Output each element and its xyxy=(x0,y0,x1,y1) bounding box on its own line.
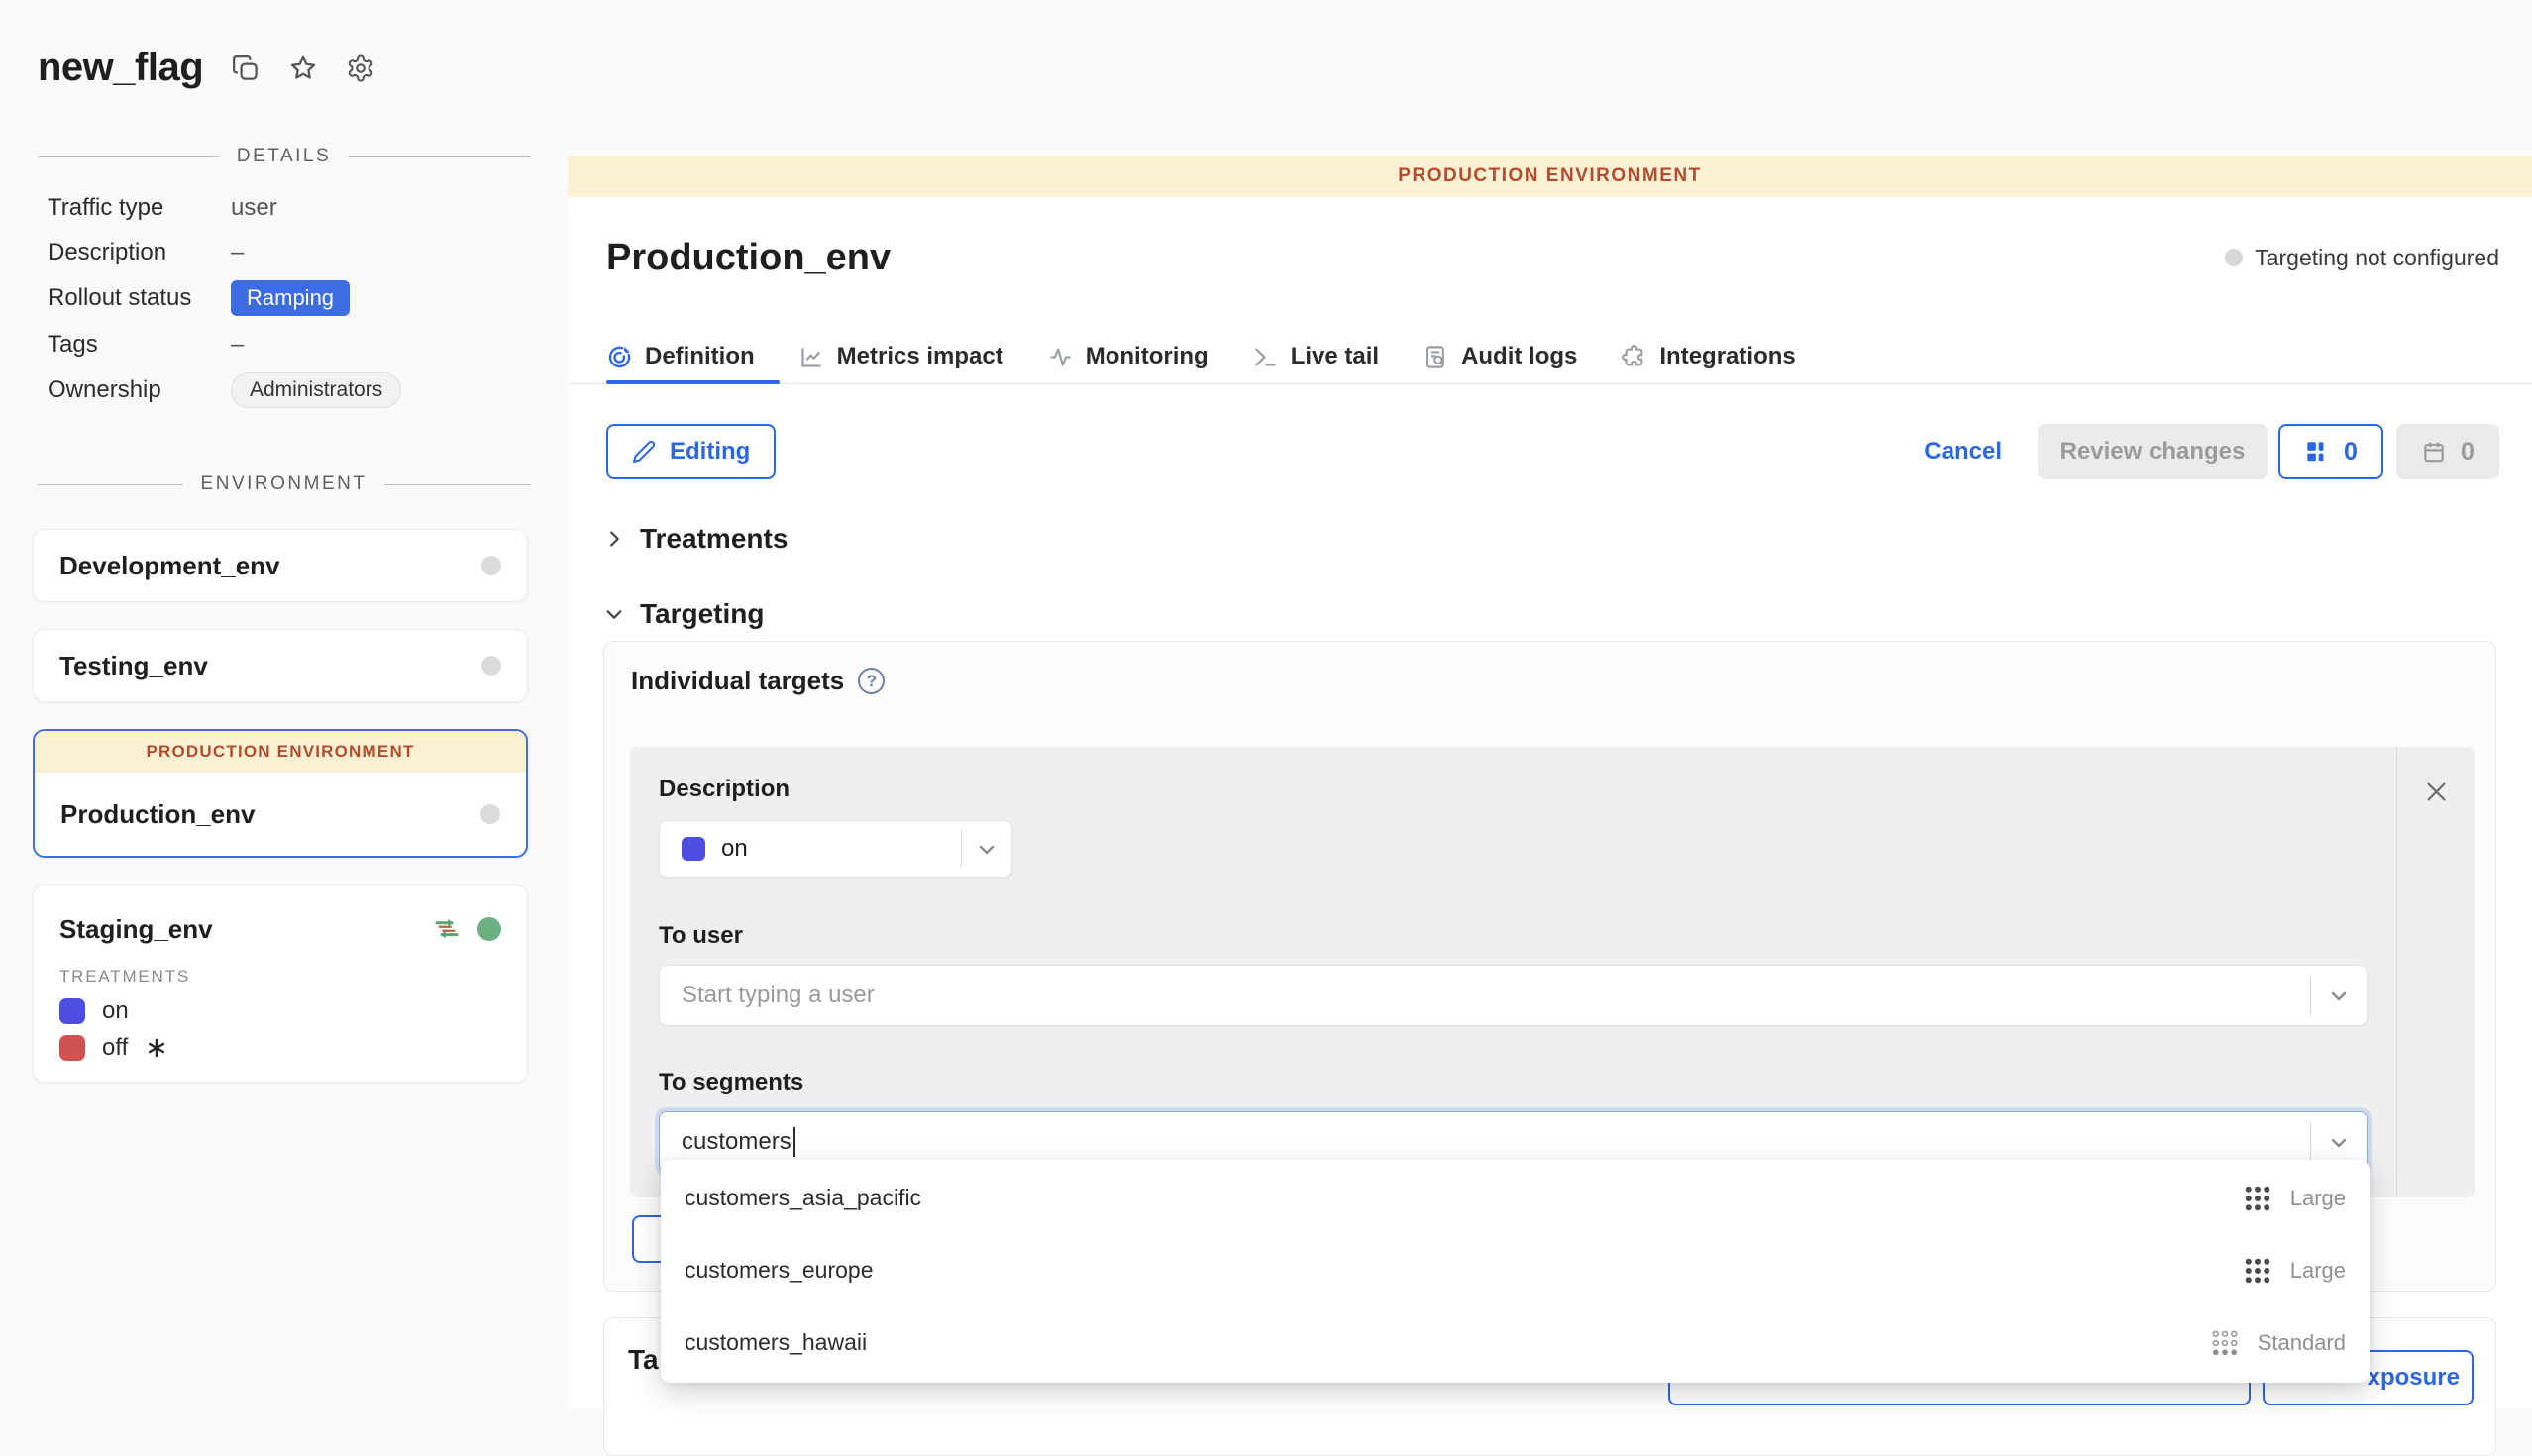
environment-list: Development_env Testing_env PRODUCTION E… xyxy=(0,495,528,1083)
sidebar: new_flag DETAILS Traffic type user Descr… xyxy=(0,0,568,1408)
calendar-icon xyxy=(2421,439,2447,465)
terminal-icon xyxy=(1252,344,1279,370)
tab-definition[interactable]: Definition xyxy=(606,343,755,370)
close-icon[interactable] xyxy=(2423,779,2450,805)
to-segments-input-value[interactable]: customers xyxy=(682,1128,791,1156)
treatments-section-toggle[interactable]: Treatments xyxy=(603,523,788,555)
chevron-down-icon xyxy=(975,838,999,862)
segments-dropdown: customers_asia_pacific Large customers_e… xyxy=(661,1160,2370,1383)
details-divider: DETAILS xyxy=(38,146,530,167)
tab-metrics-impact[interactable]: Metrics impact xyxy=(798,343,1003,370)
treatment-select[interactable]: on xyxy=(659,820,1012,878)
environment-divider: ENVIRONMENT xyxy=(38,473,530,495)
pulse-icon xyxy=(1047,344,1074,370)
tab-live-tail[interactable]: Live tail xyxy=(1252,343,1379,370)
tab-audit-logs[interactable]: Audit logs xyxy=(1423,343,1577,370)
detail-row-rollout-status: Rollout status Ramping xyxy=(48,274,568,322)
environment-heading: ENVIRONMENT xyxy=(201,473,368,495)
detail-row-ownership: Ownership Administrators xyxy=(48,366,568,414)
sync-arrows-icon xyxy=(432,914,462,944)
targeting-section-toggle[interactable]: Targeting xyxy=(603,598,764,630)
puzzle-icon xyxy=(1621,344,1647,370)
gear-icon[interactable] xyxy=(346,53,375,83)
treatments-heading: TREATMENTS xyxy=(34,963,527,988)
metrics-chart-icon xyxy=(798,344,825,370)
default-treatment-asterisk-icon xyxy=(145,1036,168,1060)
active-tab-underline xyxy=(606,380,780,384)
status-dot xyxy=(2225,249,2243,266)
rollout-status-badge: Ramping xyxy=(231,280,350,316)
individual-target-card: Description on To user To segments custo… xyxy=(630,747,2475,1197)
chevron-right-icon xyxy=(603,528,625,550)
segment-option-europe[interactable]: customers_europe Large xyxy=(661,1234,2370,1306)
definition-target-icon xyxy=(606,344,633,370)
status-dot xyxy=(480,804,500,824)
treatment-color-swatch xyxy=(682,837,705,861)
audit-log-icon xyxy=(1423,344,1449,370)
env-card-development[interactable]: Development_env xyxy=(33,529,528,602)
pencil-icon xyxy=(632,440,656,464)
segment-option-hawaii[interactable]: customers_hawaii Standard xyxy=(661,1306,2370,1379)
treatment-on-row: on xyxy=(34,988,527,1025)
cancel-link[interactable]: Cancel xyxy=(1924,438,2002,466)
treatment-off-row: off xyxy=(34,1025,527,1062)
status-dot xyxy=(481,556,501,575)
text-cursor xyxy=(793,1127,795,1157)
flag-header: new_flag xyxy=(0,0,568,90)
bottom-panel-heading-fragment: Ta xyxy=(628,1344,659,1376)
ownership-pill[interactable]: Administrators xyxy=(231,372,401,408)
detail-row-description: Description – xyxy=(48,230,568,274)
chevron-down-icon[interactable] xyxy=(2327,985,2351,1008)
status-dot-active xyxy=(477,917,501,941)
segment-option-asia-pacific[interactable]: customers_asia_pacific Large xyxy=(661,1162,2370,1234)
targeting-status: Targeting not configured xyxy=(2225,245,2499,271)
tabs-divider-line xyxy=(568,383,2532,384)
env-card-production[interactable]: PRODUCTION ENVIRONMENT Production_env xyxy=(33,729,528,858)
env-card-testing[interactable]: Testing_env xyxy=(33,629,528,702)
tab-bar: Definition Metrics impact Monitoring Liv… xyxy=(606,333,1796,380)
tab-integrations[interactable]: Integrations xyxy=(1621,343,1795,370)
to-user-input[interactable] xyxy=(682,982,2247,1009)
changes-count-button[interactable]: 0 xyxy=(2278,424,2383,479)
description-label: Description xyxy=(659,775,2475,804)
page-title: Production_env xyxy=(606,237,891,279)
review-changes-button[interactable]: Review changes xyxy=(2038,424,2268,479)
scheduled-count-button[interactable]: 0 xyxy=(2396,424,2499,479)
details-list: Traffic type user Description – Rollout … xyxy=(0,167,568,414)
individual-targets-title: Individual targets xyxy=(631,666,844,696)
treatment-select-value: on xyxy=(721,835,748,863)
detail-row-tags: Tags – xyxy=(48,322,568,366)
to-segments-label: To segments xyxy=(659,1068,2475,1097)
chevron-down-icon xyxy=(603,603,625,625)
segment-size-dots-icon-large xyxy=(2243,1184,2272,1213)
env-card-staging[interactable]: Staging_env TREATMENTS on xyxy=(33,884,528,1083)
editing-button[interactable]: Editing xyxy=(606,424,776,479)
help-icon[interactable]: ? xyxy=(858,668,885,694)
main-panel: PRODUCTION ENVIRONMENT Production_env Ta… xyxy=(568,0,2532,1408)
copy-icon[interactable] xyxy=(231,53,261,83)
star-icon[interactable] xyxy=(288,53,318,83)
production-environment-banner-main: PRODUCTION ENVIRONMENT xyxy=(568,156,2532,197)
flag-title: new_flag xyxy=(38,46,203,90)
to-user-label: To user xyxy=(659,921,2475,951)
production-environment-banner: PRODUCTION ENVIRONMENT xyxy=(35,731,526,773)
details-heading: DETAILS xyxy=(237,146,331,167)
to-user-input-box xyxy=(659,965,2368,1026)
segment-size-dots-icon-standard xyxy=(2210,1328,2240,1358)
chevron-down-icon[interactable] xyxy=(2327,1131,2351,1155)
status-dot xyxy=(481,656,501,676)
treatment-on-swatch xyxy=(59,998,85,1024)
tab-monitoring[interactable]: Monitoring xyxy=(1047,343,1209,370)
treatment-off-swatch xyxy=(59,1035,85,1061)
grid-icon xyxy=(2304,439,2330,465)
segment-size-dots-icon-large xyxy=(2243,1256,2272,1286)
detail-row-traffic-type: Traffic type user xyxy=(48,185,568,230)
card-close-column xyxy=(2396,747,2475,1197)
